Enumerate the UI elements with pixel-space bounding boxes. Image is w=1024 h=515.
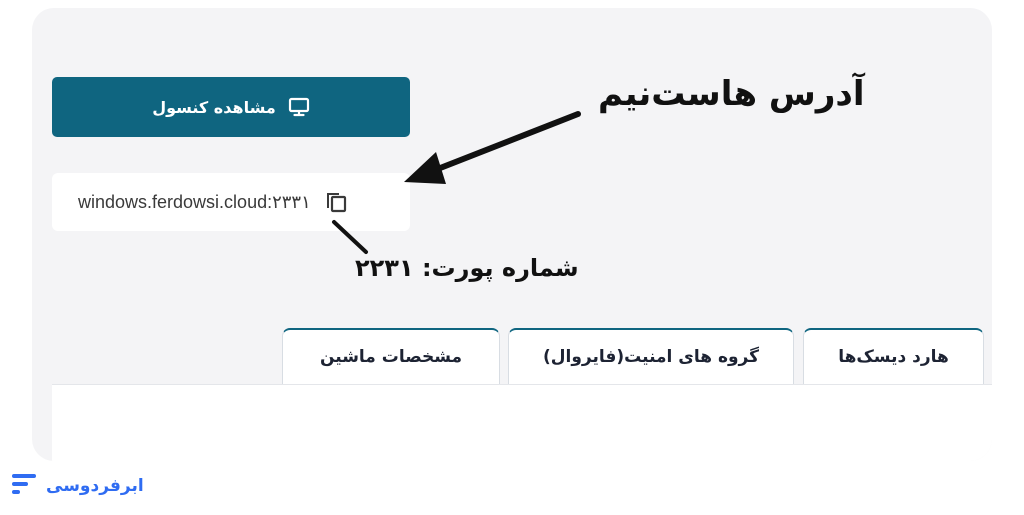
- monitor-icon: [288, 97, 310, 117]
- brand-logo: ابرفردوسی: [12, 472, 144, 500]
- brand-lines-icon: [12, 472, 38, 500]
- host-address-text: windows.ferdowsi.cloud:۲۳۳۱: [78, 191, 311, 212]
- annotation-port: شماره پورت: ۲۲۳۱: [355, 254, 579, 282]
- tab-hard-disks[interactable]: هارد دیسک‌ها: [803, 328, 984, 384]
- tab-content-area: [52, 384, 992, 461]
- copy-icon[interactable]: [323, 189, 349, 215]
- tab-security-groups[interactable]: گروه های امنیت(فایروال): [508, 328, 794, 384]
- view-console-label: مشاهده کنسول: [152, 97, 276, 117]
- host-address-box: windows.ferdowsi.cloud:۲۳۳۱: [52, 173, 410, 231]
- tab-bar: مشخصات ماشین گروه های امنیت(فایروال) هار…: [282, 328, 992, 384]
- tab-machine-specs[interactable]: مشخصات ماشین: [282, 328, 500, 384]
- annotation-hostname: آدرس هاست‌نیم: [598, 74, 865, 114]
- brand-name: ابرفردوسی: [46, 476, 144, 496]
- view-console-button[interactable]: مشاهده کنسول: [52, 77, 410, 137]
